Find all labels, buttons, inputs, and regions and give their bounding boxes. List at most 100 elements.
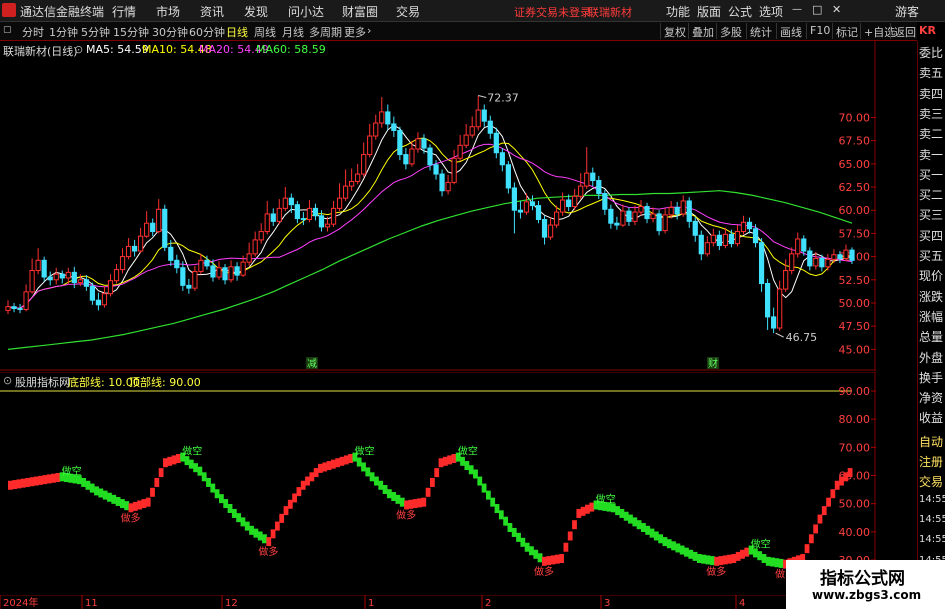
falling-bar [193,463,198,473]
toolbar-square-icon[interactable]: ▢ [3,25,12,35]
falling-bar [645,525,651,535]
guest-label[interactable]: 游客 [895,3,919,20]
login-notice[interactable]: 证券交易未登录 [514,4,591,20]
candle-body [336,197,343,209]
candle-body [698,234,704,255]
maximize-icon[interactable]: □ [812,3,822,16]
minimize-icon[interactable]: — [792,4,802,15]
candle [11,302,17,313]
candle [131,239,138,257]
candlestick-chart[interactable]: 70.0067.5065.0062.5060.0057.5055.0052.50… [0,41,876,371]
falling-bar [498,510,504,520]
multi-stock-button[interactable]: 多股 [716,23,745,39]
buy-signal-label: 做多 [534,565,554,578]
rising-bar [813,524,819,534]
tab-intraday[interactable]: 分时 [22,24,44,40]
candle [481,104,487,127]
candle-body [740,221,747,233]
tab-monthly[interactable]: 月线 [282,24,304,40]
candle-body [596,180,602,195]
menu-ask[interactable]: 问小达 [288,3,324,20]
candle [367,123,373,158]
candle-body [445,181,451,192]
candle-body [228,266,234,281]
menu-options[interactable]: 选项 [759,3,783,20]
tab-multi-period[interactable]: 多周期 [309,24,342,40]
candle-body [433,164,439,175]
rising-bar [412,499,418,509]
tab-30min[interactable]: 30分钟 [152,24,188,40]
candle-body [638,206,644,213]
candle [789,247,795,275]
y-tick-label: 62.50 [839,181,871,194]
falling-bar [365,467,371,477]
tab-more[interactable]: 更多 [344,24,366,40]
mark-button[interactable]: 标记 [832,23,861,39]
indicator-settings-icon[interactable]: ⊙ [3,374,12,387]
f10-button[interactable]: F10 [806,23,833,39]
menu-market[interactable]: 市场 [156,3,180,20]
tab-15min[interactable]: 15分钟 [113,24,149,40]
candle [162,204,168,252]
candle-body [517,209,524,213]
side-panel-item: 买一 [919,167,944,182]
overlay-button[interactable]: 叠加 [688,23,717,39]
falling-bar [395,494,401,504]
tab-5min[interactable]: 5分钟 [81,24,110,40]
ma60-line [7,190,853,350]
candle [373,114,379,140]
chart-settings-icon[interactable]: ⊙ [74,43,83,56]
side-panel-item: 卖四 [919,86,944,101]
menu-function[interactable]: 功能 [666,3,690,20]
candle-body [620,210,626,226]
candle [156,199,162,234]
candlestick-chart-panel[interactable]: 70.0067.5065.0062.5060.0057.5055.0052.50… [0,41,876,371]
rising-bar [175,454,181,464]
candle-body [373,122,379,137]
rising-bar [274,521,280,531]
falling-bar [206,477,211,487]
side-panel-item: 自动 [919,434,944,449]
menu-discover[interactable]: 发现 [244,3,268,20]
back-button[interactable]: 返回 [890,23,919,39]
sub-y-tick-label: 50.00 [839,498,871,511]
menu-news[interactable]: 资讯 [200,3,224,20]
candle [662,208,668,234]
rising-bar [834,480,840,490]
candle [614,216,620,230]
candle [746,217,753,234]
rising-bar [339,456,345,466]
candle-body [710,234,716,244]
adjust-button[interactable]: 复权 [660,23,689,39]
menu-wealth-circle[interactable]: 财富圈 [342,3,378,20]
menu-trade[interactable]: 交易 [396,3,420,20]
candle-body [29,270,35,293]
rising-bar [348,454,353,464]
candle [349,168,355,191]
indicator-chart-panel[interactable]: 90.0080.0070.0060.0050.0040.0030.00做空做多做… [0,371,876,594]
menu-formula[interactable]: 公式 [728,3,752,20]
indicator-chart[interactable]: 90.0080.0070.0060.0050.0040.0030.00做空做多做… [0,371,876,594]
sub-y-tick-label: 70.00 [839,441,871,454]
more-chevron-icon[interactable]: › [367,24,371,37]
tab-weekly[interactable]: 周线 [254,24,276,40]
rising-bar [292,493,298,503]
candle [53,267,59,285]
candle-body [234,266,240,276]
candle [722,227,729,249]
menu-layout[interactable]: 版面 [697,3,721,20]
menu-quotes[interactable]: 行情 [112,3,136,20]
stats-button[interactable]: 统计 [746,23,775,39]
candle [71,266,77,289]
candle [469,116,475,138]
tab-1min[interactable]: 1分钟 [49,24,78,40]
draw-line-button[interactable]: 画线 [776,23,805,39]
tab-daily[interactable]: 日线 [226,24,248,40]
falling-bar [107,492,112,502]
rising-bar [417,498,422,508]
close-icon[interactable]: ✕ [832,3,841,16]
tab-60min[interactable]: 60分钟 [189,24,225,40]
side-panel-item: 买二 [919,188,944,203]
candle [626,207,632,226]
rising-bar [821,506,827,516]
